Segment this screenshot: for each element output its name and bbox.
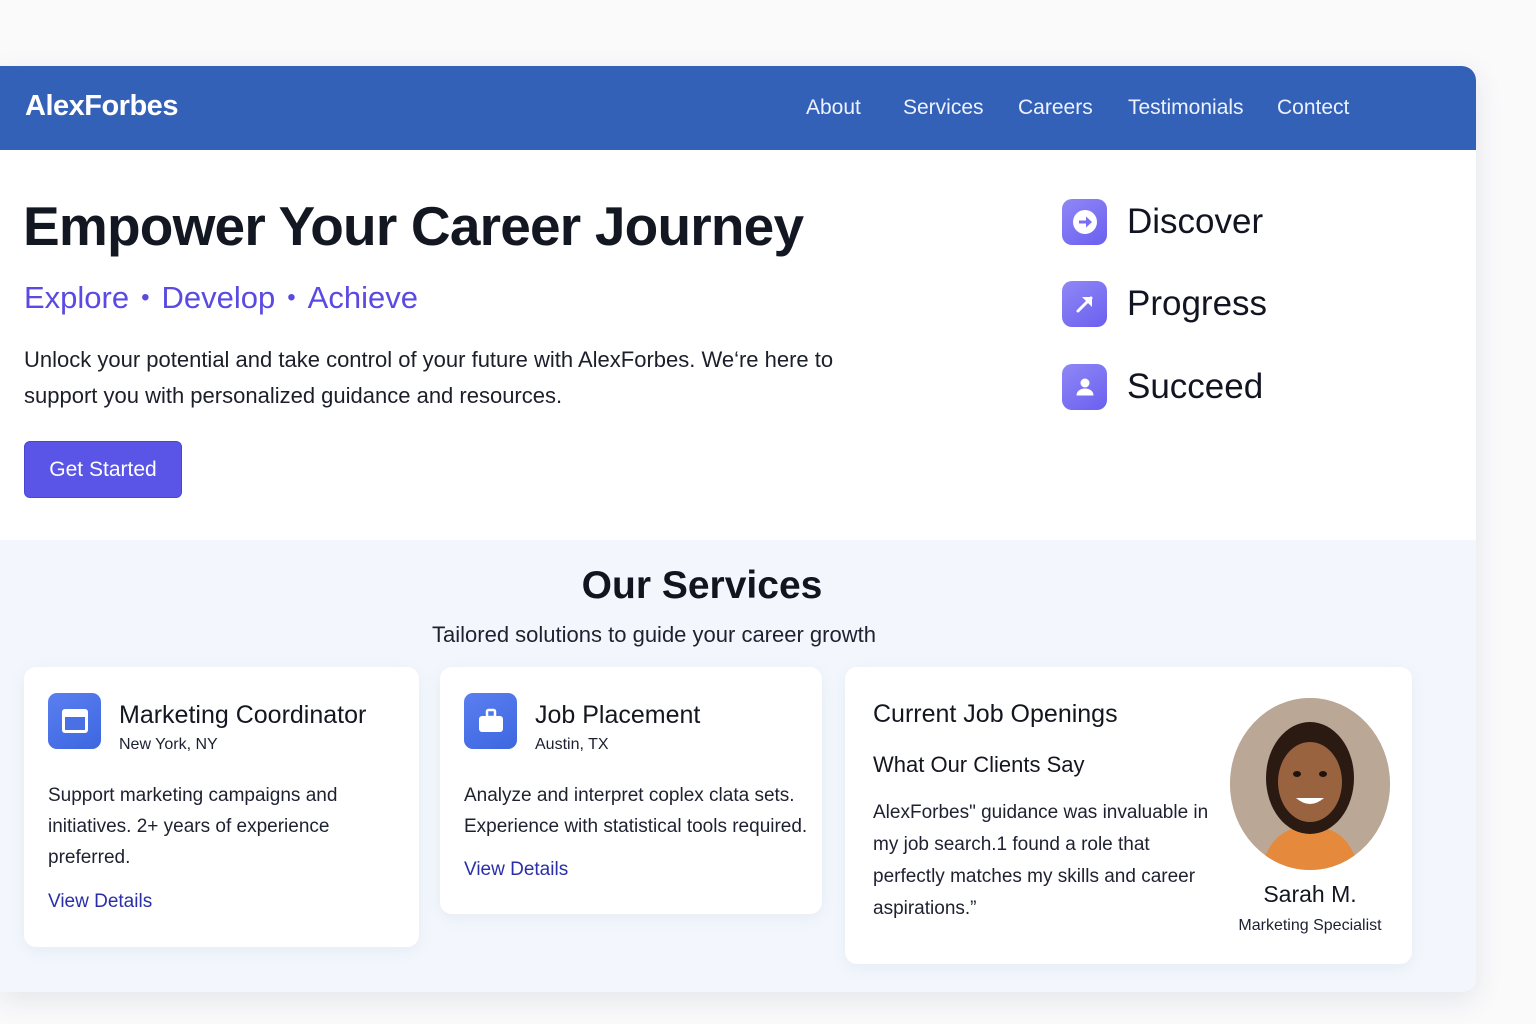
nav-link-careers[interactable]: Careers [1018, 96, 1093, 120]
arrow-up-right-icon [1062, 281, 1107, 327]
tagline-achieve: Achieve [307, 280, 418, 315]
testimonial-name: Sarah M. [1263, 881, 1357, 907]
services-subtitle: Tailored solutions to guide your career … [432, 622, 876, 647]
card-location: Austin, TX [535, 736, 609, 753]
testimonial-role: Marketing Specialist [1238, 917, 1382, 934]
step-discover: Discover [1062, 198, 1263, 246]
get-started-button[interactable]: Get Started [24, 441, 182, 498]
main-nav: About Services Careers Testimonials Cont… [0, 96, 1476, 126]
user-icon [1062, 364, 1107, 410]
tagline-explore: Explore [24, 280, 130, 315]
card-title: Marketing Coordinator [119, 701, 367, 729]
briefcase-icon [464, 693, 517, 749]
step-label-succeed: Succeed [1127, 367, 1264, 406]
nav-link-services[interactable]: Services [903, 96, 984, 120]
view-details-link[interactable]: View Details [48, 891, 152, 913]
top-navbar: AlexForbes About Services Careers Testim… [0, 66, 1476, 150]
card-location: New York, NY [119, 736, 218, 753]
card-title: Job Placement [535, 701, 701, 729]
tagline-separator: • [287, 284, 296, 311]
browser-window-icon [48, 693, 101, 749]
nav-link-contact[interactable]: Contect [1277, 96, 1349, 120]
step-progress: Progress [1062, 280, 1267, 328]
service-card-marketing: Marketing Coordinator New York, NY Suppo… [24, 667, 419, 947]
view-details-link[interactable]: View Details [464, 859, 568, 881]
job-openings-card: Current Job Openings What Our Clients Sa… [845, 667, 1412, 964]
card-description: Support marketing campaigns and initiati… [48, 785, 338, 868]
services-title: Our Services [581, 564, 823, 607]
avatar [1230, 698, 1390, 870]
services-section: Our Services Tailored solutions to guide… [0, 540, 1476, 992]
job-openings-title: Current Job Openings [873, 700, 1118, 728]
testimonial-heading: What Our Clients Say [873, 752, 1085, 777]
nav-link-testimonials[interactable]: Testimonials [1128, 96, 1244, 120]
tagline-separator: • [141, 284, 150, 311]
card-description: Analyze and interpret coplex clata sets.… [464, 785, 808, 837]
step-succeed: Succeed [1062, 363, 1263, 411]
arrow-right-icon [1062, 199, 1107, 245]
step-label-discover: Discover [1127, 202, 1264, 241]
hero-description: Unlock your potential and take control o… [24, 347, 834, 408]
service-card-job-placement: Job Placement Austin, TX Analyze and int… [440, 667, 822, 914]
hero-tagline: Explore • Develop • Achieve [24, 280, 418, 316]
tagline-develop: Develop [161, 280, 276, 315]
testimonial-quote: AlexForbes" guidance was invaluable in m… [873, 802, 1209, 919]
step-label-progress: Progress [1127, 284, 1268, 323]
hero-title: Empower Your Career Journey [23, 195, 804, 257]
page-frame: AlexForbes About Services Careers Testim… [0, 66, 1476, 992]
nav-link-about[interactable]: About [806, 96, 861, 120]
